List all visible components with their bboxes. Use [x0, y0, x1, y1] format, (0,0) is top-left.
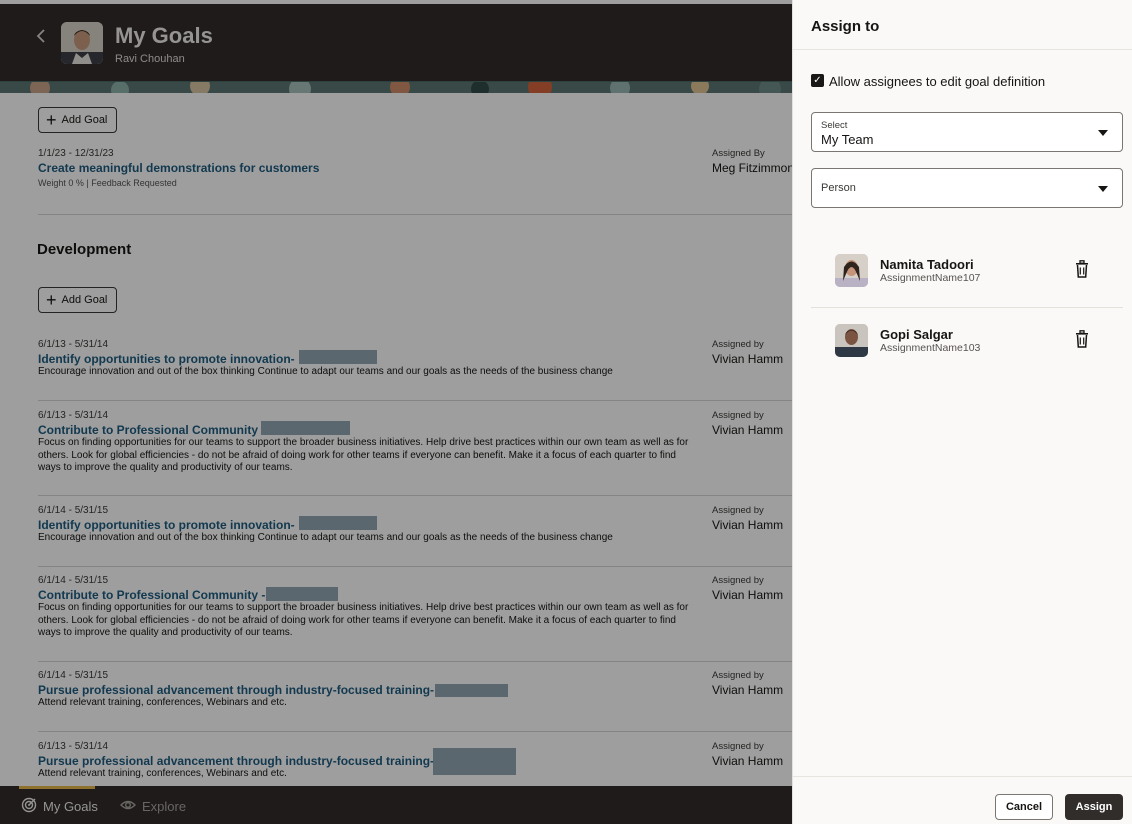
decorative-banner: [0, 81, 792, 93]
redacted-text: [266, 587, 338, 601]
goal-dates: 6/1/13 - 5/31/14: [38, 741, 109, 752]
assigned-by-name: Meg Fitzimmons: [712, 161, 792, 175]
section-title: Development: [37, 241, 132, 258]
goal-description: Focus on finding opportunities for our t…: [38, 437, 689, 473]
assigned-by-label: Assigned by: [712, 410, 764, 421]
goal-title-link[interactable]: Create meaningful demonstrations for cus…: [38, 161, 319, 175]
bottom-navigation: My Goals Explore: [0, 786, 792, 824]
goal-dates: 6/1/13 - 5/31/14: [38, 339, 109, 350]
assigned-by-name: Vivian Hamm: [712, 352, 784, 366]
drawer-footer: Cancel Assign: [793, 776, 1132, 824]
assigned-by-name: Vivian Hamm: [712, 588, 784, 602]
chevron-down-icon: [1098, 186, 1108, 192]
select-label: Select: [821, 120, 848, 131]
goal-description: Focus on finding opportunities for our t…: [38, 602, 689, 638]
assigned-by-name: Vivian Hamm: [712, 754, 784, 768]
eye-icon: [120, 797, 136, 816]
drawer-title: Assign to: [811, 18, 880, 35]
goal-dates: 6/1/13 - 5/31/14: [38, 410, 109, 421]
row-divider: [38, 731, 792, 732]
goal-description: Encourage innovation and out of the box …: [38, 366, 613, 377]
nav-item-explore[interactable]: Explore: [120, 797, 186, 816]
row-divider: [38, 495, 792, 496]
allow-edit-checkbox[interactable]: ✓: [811, 74, 824, 87]
goal-dates: 6/1/14 - 5/31/15: [38, 670, 109, 681]
allow-edit-label: Allow assignees to edit goal definition: [829, 74, 1046, 89]
goal-dates: 6/1/14 - 5/31/15: [38, 575, 109, 586]
goal-description: Encourage innovation and out of the box …: [38, 532, 613, 543]
goal-meta: Weight 0 % | Feedback Requested: [38, 178, 177, 188]
goal-description: Attend relevant training, conferences, W…: [38, 768, 287, 779]
cancel-button[interactable]: Cancel: [995, 794, 1053, 820]
goal-title-link[interactable]: Contribute to Professional Community -: [38, 588, 265, 602]
person-placeholder: Person: [821, 182, 856, 194]
row-divider: [38, 566, 792, 567]
row-divider: [38, 400, 792, 401]
page-subtitle: Ravi Chouhan: [115, 53, 185, 65]
goal-description: Attend relevant training, conferences, W…: [38, 697, 287, 708]
goal-title-link[interactable]: Pursue professional advancement through …: [38, 754, 434, 768]
goal-title-link[interactable]: Contribute to Professional Community: [38, 423, 258, 437]
assigned-by-label: Assigned by: [712, 339, 764, 350]
avatar: [61, 22, 103, 64]
assignee-row: Gopi Salgar AssignmentName103: [811, 308, 1123, 378]
assigned-by-name: Vivian Hamm: [712, 423, 784, 437]
assigned-by-label: Assigned by: [712, 670, 764, 681]
nav-item-label: My Goals: [43, 799, 98, 814]
redacted-text: [435, 684, 508, 697]
goal-dates: 1/1/23 - 12/31/23: [38, 148, 114, 159]
plus-icon: +: [46, 290, 57, 310]
add-goal-label: Add Goal: [61, 114, 108, 126]
avatar: [835, 254, 868, 287]
nav-active-indicator: [19, 786, 95, 789]
row-divider: [38, 661, 792, 662]
select-value: My Team: [821, 132, 874, 147]
chevron-down-icon: [1098, 130, 1108, 136]
trash-icon[interactable]: [1074, 260, 1090, 278]
assigned-by-name: Vivian Hamm: [712, 683, 784, 697]
main-page: My Goals Ravi Chouhan + Add Goal 1/1/23 …: [0, 0, 792, 824]
add-goal-button[interactable]: + Add Goal: [38, 287, 118, 313]
section-divider: [38, 214, 792, 215]
assignment-name: AssignmentName107: [880, 272, 981, 284]
nav-item-my-goals[interactable]: My Goals: [21, 797, 98, 816]
assignee-row: Namita Tadoori AssignmentName107: [811, 238, 1123, 308]
chevron-left-icon[interactable]: [33, 26, 49, 46]
page-header: My Goals Ravi Chouhan: [0, 0, 792, 84]
goal-title-link[interactable]: Identify opportunities to promote innova…: [38, 518, 295, 532]
team-select[interactable]: Select My Team: [811, 112, 1123, 152]
top-edge: [0, 0, 792, 4]
add-goal-label: Add Goal: [61, 294, 108, 306]
assign-drawer: Assign to ✓ Allow assignees to edit goal…: [792, 0, 1132, 824]
redacted-text: [299, 516, 377, 530]
target-icon: [21, 797, 37, 816]
goal-title-link[interactable]: Identify opportunities to promote innova…: [38, 352, 295, 366]
nav-item-label: Explore: [142, 799, 187, 814]
redacted-text: [261, 421, 350, 435]
assignee-name: Gopi Salgar: [880, 327, 953, 342]
assigned-by-label: Assigned By: [712, 148, 765, 159]
assigned-by-label: Assigned by: [712, 575, 764, 586]
plus-icon: +: [46, 110, 57, 130]
goal-title-link[interactable]: Pursue professional advancement through …: [38, 683, 434, 697]
assigned-by-label: Assigned by: [712, 505, 764, 516]
goals-content: + Add Goal 1/1/23 - 12/31/23 Create mean…: [0, 93, 792, 786]
drawer-header: Assign to: [793, 0, 1132, 50]
page-title: My Goals: [115, 23, 213, 48]
trash-icon[interactable]: [1074, 330, 1090, 348]
redacted-text: [299, 350, 377, 364]
person-select[interactable]: Person: [811, 168, 1123, 208]
goal-dates: 6/1/14 - 5/31/15: [38, 505, 109, 516]
assignment-name: AssignmentName103: [880, 342, 981, 354]
avatar: [835, 324, 868, 357]
assignee-name: Namita Tadoori: [880, 257, 974, 272]
assigned-by-name: Vivian Hamm: [712, 518, 784, 532]
assign-button[interactable]: Assign: [1065, 794, 1123, 820]
assigned-by-label: Assigned by: [712, 741, 764, 752]
add-goal-button[interactable]: + Add Goal: [38, 107, 118, 133]
